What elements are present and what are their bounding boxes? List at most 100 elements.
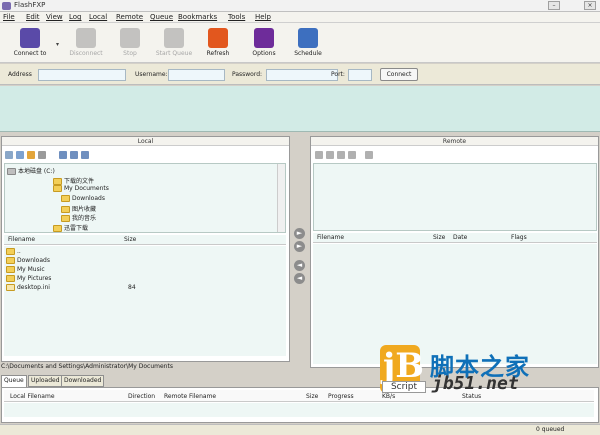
address-label: Address xyxy=(8,71,32,78)
toolbar: Connect to ▾ Disconnect Stop Start Queue… xyxy=(0,23,600,63)
folder-up-icon[interactable] xyxy=(16,151,24,159)
connect-label: Connect to xyxy=(13,50,47,57)
remote-filename-column[interactable]: Remote Filename xyxy=(164,393,216,400)
options-icon xyxy=(254,28,274,48)
tree-node[interactable]: 图片收藏 xyxy=(61,204,96,213)
folder-icon xyxy=(6,248,15,255)
menu-file[interactable]: File xyxy=(3,13,15,21)
close-button[interactable]: × xyxy=(584,1,596,10)
remote-pane-title: Remote xyxy=(311,137,598,146)
folder-up-icon[interactable] xyxy=(326,151,334,159)
tree-node[interactable]: My Documents xyxy=(53,185,109,192)
tree-node[interactable]: 下载的文件 xyxy=(53,176,94,185)
menu-bookmarks[interactable]: Bookmarks xyxy=(178,13,217,21)
remote-folder-tree[interactable] xyxy=(313,163,597,231)
tab-uploaded[interactable]: Uploaded xyxy=(28,375,63,387)
tree-node[interactable]: Downloads xyxy=(61,195,105,202)
filename-column[interactable]: Filename xyxy=(317,234,344,241)
remote-mini-toolbar xyxy=(315,149,373,161)
transfer-right-icon[interactable]: ► xyxy=(294,228,305,239)
transfer-arrows: ► ► ◄ ◄ xyxy=(294,228,306,288)
folder-icon xyxy=(6,275,15,282)
date-column[interactable]: Date xyxy=(453,234,467,241)
list-view-icon[interactable] xyxy=(59,151,67,159)
queue-rows[interactable] xyxy=(4,403,594,417)
refresh-icon[interactable] xyxy=(365,151,373,159)
schedule-button[interactable]: Schedule xyxy=(280,25,336,61)
quick-connect-bar: Address Username: Password: Port: Connec… xyxy=(0,64,600,85)
menu-view[interactable]: View xyxy=(46,13,63,21)
connect-button[interactable]: Connect to xyxy=(2,25,58,61)
window-title: FlashFXP xyxy=(14,1,46,9)
home-icon[interactable] xyxy=(348,151,356,159)
password-input[interactable] xyxy=(266,69,338,81)
folder-icon xyxy=(61,206,70,213)
transfer-left-icon[interactable]: ◄ xyxy=(294,260,305,271)
new-folder-icon[interactable] xyxy=(27,151,35,159)
list-item[interactable]: .. xyxy=(6,248,21,255)
local-list-header: Filename Size xyxy=(4,235,286,245)
progress-column[interactable]: Progress xyxy=(328,393,354,400)
new-folder-icon[interactable] xyxy=(337,151,345,159)
list-item[interactable]: My Music xyxy=(6,266,45,273)
list-item[interactable]: Downloads xyxy=(6,257,50,264)
file-icon xyxy=(6,284,15,291)
status-bar: 0 queued xyxy=(0,424,600,435)
username-input[interactable] xyxy=(168,69,225,81)
local-path: C:\Documents and Settings\Administrator\… xyxy=(1,363,173,370)
tree-scrollbar[interactable] xyxy=(277,164,285,232)
connect-submit-button[interactable]: Connect xyxy=(380,68,418,81)
menu-bar: File Edit View Log Local Remote Queue Bo… xyxy=(0,12,600,23)
menu-remote[interactable]: Remote xyxy=(116,13,143,21)
details-view-icon[interactable] xyxy=(70,151,78,159)
folder-icon xyxy=(53,185,62,192)
filename-column[interactable]: Filename xyxy=(8,236,35,243)
list-item[interactable]: My Pictures xyxy=(6,275,51,282)
size-column[interactable]: Size xyxy=(433,234,445,241)
watermark: jB Script 脚本之家 jb51.net xyxy=(380,345,570,400)
local-pane: Local 本地磁盘 (C:) 下载的文件 My Documents Downl… xyxy=(1,136,290,362)
minimize-button[interactable]: – xyxy=(548,1,560,10)
queue-tabs: Queue Uploaded Downloaded xyxy=(1,375,301,387)
flags-column[interactable]: Flags xyxy=(511,234,527,241)
view-icon[interactable] xyxy=(5,151,13,159)
home-icon[interactable] xyxy=(38,151,46,159)
menu-edit[interactable]: Edit xyxy=(26,13,40,21)
transfer-left-icon[interactable]: ◄ xyxy=(294,273,305,284)
schedule-icon xyxy=(298,28,318,48)
drive-icon xyxy=(7,168,16,175)
queued-count: 0 queued xyxy=(536,426,565,433)
local-folder-tree[interactable]: 本地磁盘 (C:) 下载的文件 My Documents Downloads 图… xyxy=(4,163,286,233)
drive-node[interactable]: 本地磁盘 (C:) xyxy=(7,166,55,175)
folder-icon xyxy=(61,195,70,202)
refresh-icon xyxy=(208,28,228,48)
remote-list-header: Filename Size Date Flags xyxy=(313,233,597,243)
local-filename-column[interactable]: Local Filename xyxy=(10,393,55,400)
port-input[interactable] xyxy=(348,69,372,81)
tab-queue[interactable]: Queue xyxy=(1,375,27,387)
thumbnails-view-icon[interactable] xyxy=(81,151,89,159)
menu-log[interactable]: Log xyxy=(69,13,82,21)
size-column[interactable]: Size xyxy=(124,236,136,243)
tree-node[interactable]: 我的音乐 xyxy=(61,213,96,222)
remote-pane: Remote Filename Size Date Flags xyxy=(310,136,599,368)
menu-help[interactable]: Help xyxy=(255,13,271,21)
disconnect-icon xyxy=(76,28,96,48)
file-size: 84 xyxy=(128,284,136,291)
view-icon[interactable] xyxy=(315,151,323,159)
play-icon xyxy=(164,28,184,48)
menu-queue[interactable]: Queue xyxy=(150,13,173,21)
menu-local[interactable]: Local xyxy=(89,13,107,21)
folder-icon xyxy=(6,257,15,264)
local-mini-toolbar xyxy=(5,149,89,161)
app-icon xyxy=(2,2,11,10)
title-bar: FlashFXP – × xyxy=(0,0,600,12)
size-column[interactable]: Size xyxy=(306,393,318,400)
tab-downloaded[interactable]: Downloaded xyxy=(61,375,105,387)
address-input[interactable] xyxy=(38,69,126,81)
list-item[interactable]: desktop.ini xyxy=(6,284,50,291)
menu-tools[interactable]: Tools xyxy=(228,13,245,21)
transfer-right-icon[interactable]: ► xyxy=(294,241,305,252)
tree-node[interactable]: 迅雷下载 xyxy=(53,223,88,232)
direction-column[interactable]: Direction xyxy=(128,393,155,400)
